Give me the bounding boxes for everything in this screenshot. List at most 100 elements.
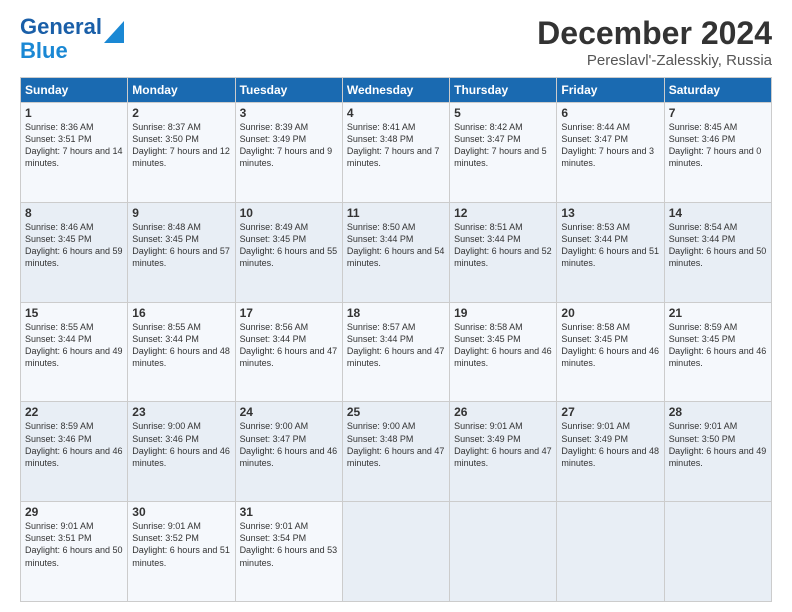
day-number: 23: [132, 405, 230, 419]
calendar-cell: 13 Sunrise: 8:53 AM Sunset: 3:44 PM Dayl…: [557, 202, 664, 302]
cell-details: Sunrise: 8:37 AM Sunset: 3:50 PM Dayligh…: [132, 121, 230, 170]
calendar-week-3: 15 Sunrise: 8:55 AM Sunset: 3:44 PM Dayl…: [21, 302, 772, 402]
calendar-cell: 15 Sunrise: 8:55 AM Sunset: 3:44 PM Dayl…: [21, 302, 128, 402]
calendar-cell: 6 Sunrise: 8:44 AM Sunset: 3:47 PM Dayli…: [557, 103, 664, 203]
day-number: 21: [669, 306, 767, 320]
day-number: 15: [25, 306, 123, 320]
cell-details: Sunrise: 8:49 AM Sunset: 3:45 PM Dayligh…: [240, 221, 338, 270]
calendar-cell: 29 Sunrise: 9:01 AM Sunset: 3:51 PM Dayl…: [21, 502, 128, 602]
day-number: 14: [669, 206, 767, 220]
calendar-cell: [450, 502, 557, 602]
day-number: 16: [132, 306, 230, 320]
day-number: 19: [454, 306, 552, 320]
calendar-cell: [557, 502, 664, 602]
logo-general: General: [20, 14, 102, 39]
header: General Blue December 2024 Pereslavl'-Za…: [20, 15, 772, 69]
calendar-cell: 19 Sunrise: 8:58 AM Sunset: 3:45 PM Dayl…: [450, 302, 557, 402]
calendar-cell: 25 Sunrise: 9:00 AM Sunset: 3:48 PM Dayl…: [342, 402, 449, 502]
cell-details: Sunrise: 8:59 AM Sunset: 3:45 PM Dayligh…: [669, 321, 767, 370]
calendar-cell: 3 Sunrise: 8:39 AM Sunset: 3:49 PM Dayli…: [235, 103, 342, 203]
cell-details: Sunrise: 9:00 AM Sunset: 3:46 PM Dayligh…: [132, 420, 230, 469]
cell-details: Sunrise: 8:58 AM Sunset: 3:45 PM Dayligh…: [454, 321, 552, 370]
calendar-cell: 9 Sunrise: 8:48 AM Sunset: 3:45 PM Dayli…: [128, 202, 235, 302]
cell-details: Sunrise: 8:36 AM Sunset: 3:51 PM Dayligh…: [25, 121, 123, 170]
day-number: 22: [25, 405, 123, 419]
calendar: SundayMondayTuesdayWednesdayThursdayFrid…: [20, 77, 772, 602]
header-monday: Monday: [128, 78, 235, 103]
calendar-cell: 22 Sunrise: 8:59 AM Sunset: 3:46 PM Dayl…: [21, 402, 128, 502]
cell-details: Sunrise: 8:57 AM Sunset: 3:44 PM Dayligh…: [347, 321, 445, 370]
day-number: 8: [25, 206, 123, 220]
calendar-cell: 31 Sunrise: 9:01 AM Sunset: 3:54 PM Dayl…: [235, 502, 342, 602]
calendar-cell: 17 Sunrise: 8:56 AM Sunset: 3:44 PM Dayl…: [235, 302, 342, 402]
cell-details: Sunrise: 8:42 AM Sunset: 3:47 PM Dayligh…: [454, 121, 552, 170]
calendar-week-1: 1 Sunrise: 8:36 AM Sunset: 3:51 PM Dayli…: [21, 103, 772, 203]
cell-details: Sunrise: 8:59 AM Sunset: 3:46 PM Dayligh…: [25, 420, 123, 469]
day-number: 31: [240, 505, 338, 519]
logo-arrow-icon: [104, 21, 124, 43]
header-wednesday: Wednesday: [342, 78, 449, 103]
day-number: 4: [347, 106, 445, 120]
calendar-cell: 21 Sunrise: 8:59 AM Sunset: 3:45 PM Dayl…: [664, 302, 771, 402]
calendar-cell: 24 Sunrise: 9:00 AM Sunset: 3:47 PM Dayl…: [235, 402, 342, 502]
calendar-cell: 26 Sunrise: 9:01 AM Sunset: 3:49 PM Dayl…: [450, 402, 557, 502]
header-tuesday: Tuesday: [235, 78, 342, 103]
day-number: 11: [347, 206, 445, 220]
cell-details: Sunrise: 8:48 AM Sunset: 3:45 PM Dayligh…: [132, 221, 230, 270]
day-number: 26: [454, 405, 552, 419]
cell-details: Sunrise: 9:01 AM Sunset: 3:49 PM Dayligh…: [454, 420, 552, 469]
header-sunday: Sunday: [21, 78, 128, 103]
location: Pereslavl'-Zalesskiy, Russia: [537, 52, 772, 69]
calendar-cell: 20 Sunrise: 8:58 AM Sunset: 3:45 PM Dayl…: [557, 302, 664, 402]
day-number: 13: [561, 206, 659, 220]
day-number: 28: [669, 405, 767, 419]
cell-details: Sunrise: 8:56 AM Sunset: 3:44 PM Dayligh…: [240, 321, 338, 370]
cell-details: Sunrise: 8:50 AM Sunset: 3:44 PM Dayligh…: [347, 221, 445, 270]
day-number: 27: [561, 405, 659, 419]
day-number: 7: [669, 106, 767, 120]
cell-details: Sunrise: 9:00 AM Sunset: 3:47 PM Dayligh…: [240, 420, 338, 469]
title-block: December 2024 Pereslavl'-Zalesskiy, Russ…: [537, 15, 772, 69]
day-number: 25: [347, 405, 445, 419]
day-number: 29: [25, 505, 123, 519]
logo-blue: Blue: [20, 38, 68, 63]
cell-details: Sunrise: 8:46 AM Sunset: 3:45 PM Dayligh…: [25, 221, 123, 270]
day-number: 12: [454, 206, 552, 220]
calendar-cell: 30 Sunrise: 9:01 AM Sunset: 3:52 PM Dayl…: [128, 502, 235, 602]
day-number: 9: [132, 206, 230, 220]
calendar-cell: 16 Sunrise: 8:55 AM Sunset: 3:44 PM Dayl…: [128, 302, 235, 402]
calendar-cell: 1 Sunrise: 8:36 AM Sunset: 3:51 PM Dayli…: [21, 103, 128, 203]
cell-details: Sunrise: 8:45 AM Sunset: 3:46 PM Dayligh…: [669, 121, 767, 170]
calendar-cell: 23 Sunrise: 9:00 AM Sunset: 3:46 PM Dayl…: [128, 402, 235, 502]
cell-details: Sunrise: 8:53 AM Sunset: 3:44 PM Dayligh…: [561, 221, 659, 270]
calendar-cell: 8 Sunrise: 8:46 AM Sunset: 3:45 PM Dayli…: [21, 202, 128, 302]
cell-details: Sunrise: 9:01 AM Sunset: 3:50 PM Dayligh…: [669, 420, 767, 469]
calendar-cell: 14 Sunrise: 8:54 AM Sunset: 3:44 PM Dayl…: [664, 202, 771, 302]
calendar-header-row: SundayMondayTuesdayWednesdayThursdayFrid…: [21, 78, 772, 103]
header-thursday: Thursday: [450, 78, 557, 103]
day-number: 18: [347, 306, 445, 320]
day-number: 6: [561, 106, 659, 120]
day-number: 2: [132, 106, 230, 120]
logo: General Blue: [20, 15, 124, 63]
day-number: 20: [561, 306, 659, 320]
calendar-week-2: 8 Sunrise: 8:46 AM Sunset: 3:45 PM Dayli…: [21, 202, 772, 302]
cell-details: Sunrise: 8:41 AM Sunset: 3:48 PM Dayligh…: [347, 121, 445, 170]
cell-details: Sunrise: 8:55 AM Sunset: 3:44 PM Dayligh…: [25, 321, 123, 370]
cell-details: Sunrise: 9:01 AM Sunset: 3:49 PM Dayligh…: [561, 420, 659, 469]
cell-details: Sunrise: 8:58 AM Sunset: 3:45 PM Dayligh…: [561, 321, 659, 370]
day-number: 30: [132, 505, 230, 519]
calendar-cell: 11 Sunrise: 8:50 AM Sunset: 3:44 PM Dayl…: [342, 202, 449, 302]
cell-details: Sunrise: 8:55 AM Sunset: 3:44 PM Dayligh…: [132, 321, 230, 370]
cell-details: Sunrise: 8:44 AM Sunset: 3:47 PM Dayligh…: [561, 121, 659, 170]
calendar-cell: [342, 502, 449, 602]
calendar-cell: 18 Sunrise: 8:57 AM Sunset: 3:44 PM Dayl…: [342, 302, 449, 402]
cell-details: Sunrise: 8:54 AM Sunset: 3:44 PM Dayligh…: [669, 221, 767, 270]
calendar-cell: 10 Sunrise: 8:49 AM Sunset: 3:45 PM Dayl…: [235, 202, 342, 302]
day-number: 3: [240, 106, 338, 120]
logo-text: General Blue: [20, 15, 102, 63]
header-saturday: Saturday: [664, 78, 771, 103]
calendar-week-4: 22 Sunrise: 8:59 AM Sunset: 3:46 PM Dayl…: [21, 402, 772, 502]
calendar-week-5: 29 Sunrise: 9:01 AM Sunset: 3:51 PM Dayl…: [21, 502, 772, 602]
calendar-cell: 28 Sunrise: 9:01 AM Sunset: 3:50 PM Dayl…: [664, 402, 771, 502]
